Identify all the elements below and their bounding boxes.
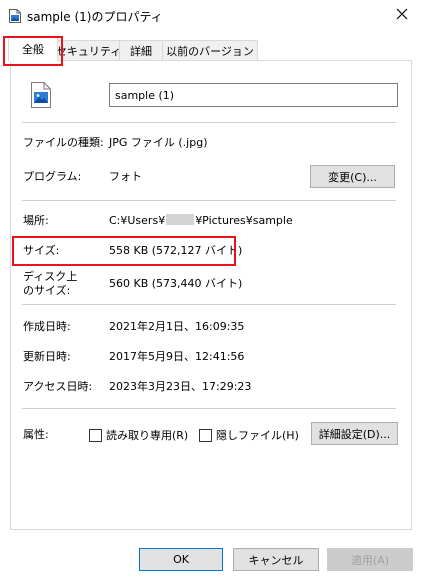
accessed-value: 2023年3月23日、17:29:23 — [109, 380, 252, 393]
file-name-input[interactable] — [109, 83, 398, 107]
created-value: 2021年2月1日、16:09:35 — [109, 320, 245, 333]
program-label: プログラム: — [23, 170, 82, 183]
advanced-settings-button[interactable]: 詳細設定(D)... — [311, 422, 398, 445]
location-label: 場所: — [23, 214, 49, 227]
title-bar: sample (1)のプロパティ — [0, 0, 421, 30]
document-image-icon — [9, 9, 21, 23]
tab-bar: 全般 セキュリティ 詳細 以前のバージョン — [0, 36, 421, 61]
disk-size-label-line2: のサイズ: — [23, 284, 71, 297]
created-label: 作成日時: — [23, 320, 71, 333]
redacted-username — [166, 214, 195, 225]
hidden-checkbox-label: 隠しファイル(H) — [216, 429, 299, 442]
file-type-label: ファイルの種類: — [23, 136, 104, 149]
readonly-checkbox[interactable]: 読み取り専用(R) — [89, 427, 188, 443]
modified-label: 更新日時: — [23, 350, 71, 363]
close-button[interactable] — [389, 3, 415, 27]
tab-security-label: セキュリティ — [55, 44, 122, 58]
file-type-value: JPG ファイル (.jpg) — [109, 136, 208, 149]
location-prefix: C:¥Users¥ — [109, 214, 166, 227]
tab-previous-versions[interactable]: 以前のバージョン — [162, 40, 258, 60]
disk-size-label-line1: ディスク上 — [23, 270, 78, 283]
divider — [22, 408, 396, 409]
ok-button[interactable]: OK — [139, 548, 223, 571]
disk-size-value: 560 KB (573,440 バイト) — [109, 277, 243, 290]
modified-value: 2017年5月9日、12:41:56 — [109, 350, 245, 363]
tab-details[interactable]: 詳細 — [119, 40, 163, 60]
apply-button[interactable]: 適用(A) — [327, 548, 413, 571]
close-icon — [396, 8, 408, 23]
cancel-button[interactable]: キャンセル — [233, 548, 319, 571]
readonly-checkbox-box[interactable] — [89, 428, 102, 442]
window-title: sample (1)のプロパティ — [27, 10, 163, 24]
location-value: C:¥Users¥ ¥Pictures¥sample — [109, 214, 293, 228]
tab-general-label: 全般 — [22, 43, 44, 56]
tab-security[interactable]: セキュリティ — [55, 40, 122, 60]
readonly-checkbox-label: 読み取り専用(R) — [106, 429, 189, 442]
divider — [22, 200, 396, 201]
divider — [22, 122, 396, 123]
hidden-checkbox-box[interactable] — [199, 428, 212, 442]
size-value: 558 KB (572,127 バイト) — [109, 244, 243, 257]
tab-general[interactable]: 全般 — [8, 36, 58, 61]
change-program-button[interactable]: 変更(C)... — [310, 165, 395, 188]
tab-details-label: 詳細 — [130, 44, 152, 58]
jpg-image-file-icon — [31, 82, 51, 108]
tab-previous-versions-label: 以前のバージョン — [166, 44, 254, 58]
hidden-checkbox[interactable]: 隠しファイル(H) — [199, 427, 299, 443]
accessed-label: アクセス日時: — [23, 380, 93, 393]
location-suffix: ¥Pictures¥sample — [195, 214, 293, 227]
program-value: フォト — [109, 170, 142, 183]
attributes-label: 属性: — [23, 428, 49, 441]
size-label: サイズ: — [23, 244, 60, 257]
divider — [22, 304, 396, 305]
